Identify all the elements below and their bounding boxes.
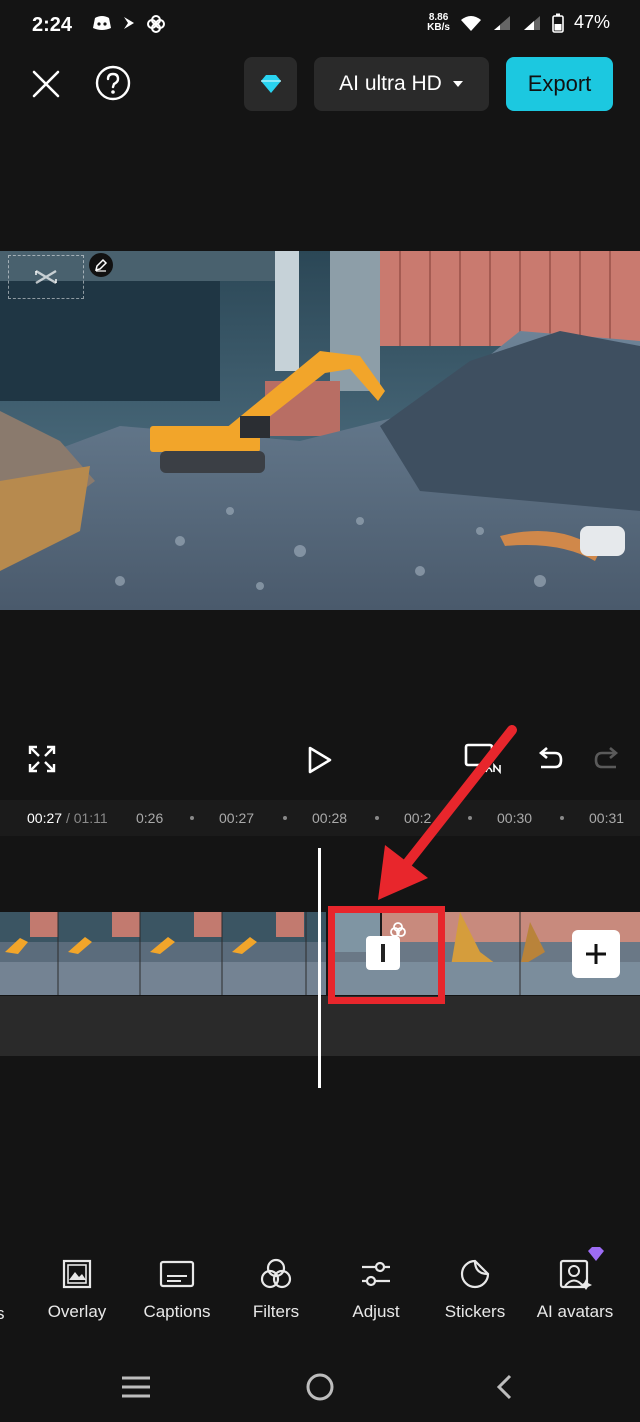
menu-icon xyxy=(122,1376,150,1398)
discord-icon xyxy=(93,16,111,30)
video-clip-1[interactable] xyxy=(0,912,326,995)
signal-icon xyxy=(493,15,510,30)
tool-stickers[interactable]: Stickers xyxy=(425,1258,525,1322)
ruler-dot xyxy=(190,816,194,820)
ruler-dot xyxy=(375,816,379,820)
redo-icon xyxy=(594,747,619,769)
arrow-app-icon xyxy=(124,17,134,29)
ruler-tick: 00:28 xyxy=(312,810,348,826)
tool-label: Overlay xyxy=(47,1302,107,1321)
hdr-on-icon xyxy=(464,743,502,776)
tool-label: Captions xyxy=(143,1302,211,1321)
help-icon xyxy=(95,65,131,101)
ai-avatars-icon xyxy=(559,1259,592,1290)
chevron-down-icon xyxy=(452,81,463,87)
diamond-icon xyxy=(260,75,281,93)
quality-label: AI ultra HD xyxy=(339,72,442,95)
signal-icon-2 xyxy=(523,15,540,30)
play-button[interactable] xyxy=(306,745,334,775)
ruler-dot xyxy=(468,816,472,820)
hdr-toggle-button[interactable] xyxy=(462,742,504,778)
pencil-icon xyxy=(94,258,108,272)
transition-icon xyxy=(381,944,385,962)
pro-gem-button[interactable] xyxy=(244,57,297,111)
overlay-icon xyxy=(62,1259,92,1289)
ruler-tick: 0:26 xyxy=(136,810,164,826)
stickers-icon xyxy=(460,1259,490,1289)
edit-watermark-button[interactable] xyxy=(89,253,113,277)
home-button[interactable] xyxy=(300,1370,340,1404)
tool-label: AI avatars xyxy=(536,1302,614,1321)
ruler-dot xyxy=(560,816,564,820)
wifi-icon xyxy=(460,15,481,31)
capcut-logo-icon xyxy=(35,269,57,285)
premium-diamond-icon xyxy=(588,1247,604,1261)
transition-button[interactable] xyxy=(366,936,400,970)
notification-icons xyxy=(92,14,166,34)
ruler-tick: 00:31 xyxy=(589,810,625,826)
battery-icon xyxy=(552,13,564,33)
back-button[interactable] xyxy=(484,1370,524,1404)
battery-percent: 47% xyxy=(573,12,610,32)
fullscreen-button[interactable] xyxy=(28,745,56,773)
close-icon xyxy=(32,70,60,98)
status-time: 2:24 xyxy=(32,14,73,36)
undo-button[interactable] xyxy=(535,745,563,773)
recent-apps-button[interactable] xyxy=(116,1370,156,1404)
watermark-box[interactable] xyxy=(8,255,84,299)
video-preview[interactable] xyxy=(0,251,640,610)
tool-filters[interactable]: Filters xyxy=(226,1258,326,1322)
current-time-value: 00:27 xyxy=(27,810,63,826)
total-time: / 01:11 xyxy=(65,810,108,826)
play-icon xyxy=(308,746,332,774)
home-circle-icon xyxy=(306,1373,334,1401)
toolbar-partial-label[interactable]: s xyxy=(0,1304,5,1324)
ruler-tick: 00:30 xyxy=(497,810,533,826)
tool-ai-avatars[interactable]: AI avatars xyxy=(525,1258,625,1322)
adjust-icon xyxy=(362,1261,390,1287)
help-button[interactable] xyxy=(94,64,132,102)
tool-overlay[interactable]: Overlay xyxy=(27,1258,127,1322)
playhead[interactable] xyxy=(318,848,321,1088)
pinwheel-icon xyxy=(147,15,165,33)
back-chevron-icon xyxy=(496,1374,512,1400)
plus-icon xyxy=(586,944,606,964)
redo-button[interactable] xyxy=(594,745,622,773)
export-button[interactable]: Export xyxy=(506,57,613,111)
annotation-arrow xyxy=(378,725,517,900)
add-clip-button[interactable] xyxy=(572,930,620,978)
tool-captions[interactable]: Captions xyxy=(127,1258,227,1322)
undo-icon xyxy=(538,747,563,769)
status-right: 8.86 KB/s 47% xyxy=(427,12,610,33)
quality-dropdown[interactable]: AI ultra HD xyxy=(314,57,489,111)
close-button[interactable] xyxy=(26,64,66,104)
filters-icon xyxy=(260,1258,292,1289)
tool-adjust[interactable]: Adjust xyxy=(326,1258,426,1322)
ruler-dot xyxy=(283,816,287,820)
tool-label: Filters xyxy=(252,1302,300,1321)
ruler-tick: 00:2 xyxy=(404,810,432,826)
ruler-tick: 00:27 xyxy=(219,810,255,826)
effects-badge-icon xyxy=(390,922,406,937)
fullscreen-icon xyxy=(28,745,56,773)
net-speed: 8.86 KB/s xyxy=(427,11,450,33)
captions-icon xyxy=(159,1260,195,1288)
tool-label: Stickers xyxy=(444,1302,506,1321)
tool-label: Adjust xyxy=(352,1302,400,1321)
current-time: 00:27 / 01:11 xyxy=(27,810,108,826)
